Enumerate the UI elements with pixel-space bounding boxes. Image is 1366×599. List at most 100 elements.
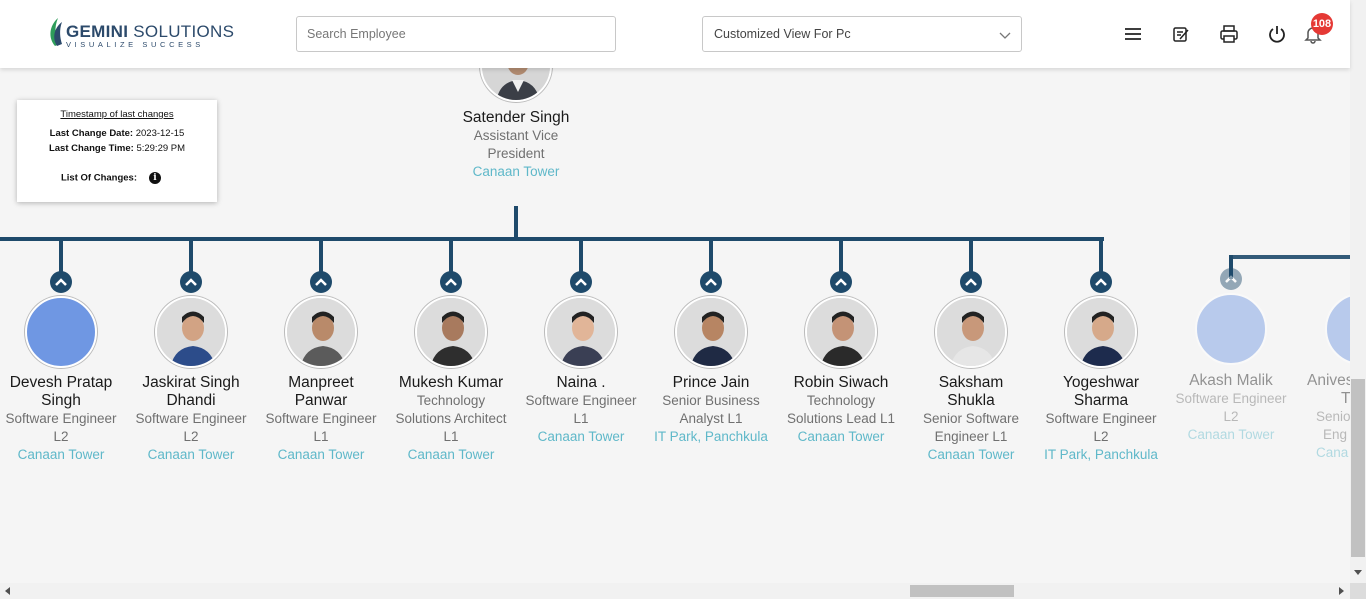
- employee-card[interactable]: Mukesh Kumar Technology Solutions Architec…: [386, 374, 516, 464]
- toggle-collapse-button[interactable]: [1220, 268, 1242, 290]
- employee-avatar[interactable]: [285, 296, 357, 368]
- employee-avatar[interactable]: [935, 296, 1007, 368]
- employee-title-line2: Solutions Lead L1: [786, 411, 896, 426]
- employee-title-line2: Eng: [1323, 427, 1348, 442]
- top-header: GEMINI SOLUTIONS VISUALIZE SUCCESS Custo…: [0, 0, 1350, 68]
- employee-title-line2: L2: [1093, 429, 1109, 444]
- toggle-collapse-button[interactable]: [50, 271, 72, 293]
- employee-avatar[interactable]: [675, 296, 747, 368]
- employee-location: Canaan Tower: [1187, 427, 1275, 442]
- logo-leaf-icon: [50, 18, 62, 46]
- employee-title: Senio: [1316, 409, 1351, 424]
- employee-name-line2: T: [1341, 390, 1351, 407]
- horizontal-connector-next: [1229, 255, 1350, 259]
- view-select[interactable]: Customized View For Pc: [702, 16, 1022, 52]
- gemini-logo[interactable]: GEMINI SOLUTIONS VISUALIZE SUCCESS: [46, 16, 234, 50]
- employee-location: Cana: [1316, 445, 1349, 460]
- employee-title: Software Engineer: [1045, 411, 1157, 426]
- employee-card-anives[interactable]: Anives T Senio Eng Cana: [1296, 372, 1356, 462]
- print-icon[interactable]: [1219, 24, 1239, 44]
- manager-card[interactable]: Satender Singh Assistant Vice President …: [436, 109, 596, 181]
- employee-name: Anives: [1307, 372, 1354, 389]
- employee-location: Canaan Tower: [277, 447, 365, 462]
- power-icon[interactable]: [1267, 24, 1287, 44]
- employee-name: Saksham: [938, 374, 1004, 391]
- employee-location: IT Park, Panchkula: [1044, 447, 1158, 462]
- horizontal-scrollbar[interactable]: [0, 583, 1350, 599]
- employee-avatar[interactable]: [25, 296, 97, 368]
- org-chart-page: GEMINI SOLUTIONS VISUALIZE SUCCESS Custo…: [0, 0, 1366, 599]
- drop-connector: [579, 240, 583, 272]
- toggle-collapse-button[interactable]: [1090, 271, 1112, 293]
- employee-title-line2: Analyst L1: [679, 411, 743, 426]
- info-icon[interactable]: i: [149, 172, 161, 184]
- employee-card[interactable]: Naina . Software Engineer L1 Canaan Tower: [516, 374, 646, 446]
- employee-card[interactable]: Devesh Pratap Singh Software Engineer L2 Can…: [0, 374, 126, 464]
- view-select-value: Customized View For Pc: [714, 27, 851, 41]
- employee-avatar[interactable]: [805, 296, 877, 368]
- employee-name-line2: Singh: [41, 392, 81, 409]
- chevron-up-icon: [575, 278, 587, 286]
- manager-title-line2: President: [487, 146, 545, 161]
- menu-icon[interactable]: [1123, 24, 1143, 44]
- employee-name-line2: Shukla: [947, 392, 995, 409]
- employee-title: Software Engineer: [265, 411, 377, 426]
- last-change-date: Last Change Date: 2023-12-15: [49, 128, 185, 139]
- employee-avatar[interactable]: [155, 296, 227, 368]
- toggle-collapse-button[interactable]: [310, 271, 332, 293]
- toggle-collapse-button[interactable]: [830, 271, 852, 293]
- edit-note-icon[interactable]: [1171, 24, 1191, 44]
- toggle-collapse-button[interactable]: [700, 271, 722, 293]
- horizontal-scroll-thumb[interactable]: [910, 585, 1014, 597]
- vertical-scroll-thumb[interactable]: [1351, 379, 1365, 557]
- employee-card[interactable]: Prince Jain Senior Business Analyst L1 IT P…: [646, 374, 776, 446]
- chevron-up-icon: [835, 278, 847, 286]
- chevron-up-icon: [965, 278, 977, 286]
- employee-name-line2: Dhandi: [166, 392, 216, 409]
- employee-avatar[interactable]: [1195, 293, 1267, 365]
- employee-name: Naina .: [556, 374, 606, 391]
- employee-card[interactable]: Yogeshwar Sharma Software Engineer L2 IT Par…: [1036, 374, 1166, 464]
- chevron-up-icon: [705, 278, 717, 286]
- scroll-right-arrow-icon[interactable]: [1339, 587, 1344, 595]
- employee-avatar[interactable]: [545, 296, 617, 368]
- employee-title: Technology: [416, 393, 486, 408]
- employee-title: Senior Business: [662, 393, 760, 408]
- timestamp-panel: Timestamp of last changes Last Change Da…: [17, 100, 217, 202]
- person-photo-icon: [157, 298, 225, 366]
- toggle-collapse-button[interactable]: [570, 271, 592, 293]
- employee-location: Canaan Tower: [537, 429, 625, 444]
- employee-location: Canaan Tower: [17, 447, 105, 462]
- scroll-down-arrow-icon[interactable]: [1354, 570, 1362, 575]
- employee-title-line2: Solutions Architect: [395, 411, 507, 426]
- search-employee-input[interactable]: [296, 16, 616, 52]
- employee-title-line2: L2: [53, 429, 69, 444]
- employee-title-line3: L1: [443, 429, 459, 444]
- toggle-collapse-button[interactable]: [440, 271, 462, 293]
- chevron-up-icon: [185, 278, 197, 286]
- logo-tagline: VISUALIZE SUCCESS: [66, 40, 204, 49]
- timestamp-title: Timestamp of last changes: [60, 109, 174, 120]
- manager-location: Canaan Tower: [472, 164, 560, 179]
- employee-avatar[interactable]: [1065, 296, 1137, 368]
- person-photo-icon: [287, 298, 355, 366]
- employee-avatar[interactable]: [415, 296, 487, 368]
- horizontal-connector: [0, 237, 1104, 241]
- employee-card[interactable]: Saksham Shukla Senior Software Engineer L1 C…: [906, 374, 1036, 464]
- employee-card[interactable]: Jaskirat Singh Dhandi Software Engineer L2 C…: [126, 374, 256, 464]
- toggle-collapse-button[interactable]: [180, 271, 202, 293]
- last-change-time: Last Change Time: 5:29:29 PM: [48, 143, 186, 154]
- employee-card-akash-malik[interactable]: Akash Malik Software Engineer L2 Canaan …: [1161, 372, 1301, 444]
- employee-title-line2: Engineer L1: [934, 429, 1008, 444]
- toggle-collapse-button[interactable]: [960, 271, 982, 293]
- scroll-left-arrow-icon[interactable]: [5, 587, 10, 595]
- drop-connector: [449, 240, 453, 272]
- manager-name: Satender Singh: [462, 109, 570, 126]
- employee-card[interactable]: Manpreet Panwar Software Engineer L1 Canaan …: [256, 374, 386, 464]
- drop-connector: [1099, 240, 1103, 272]
- employee-card[interactable]: Robin Siwach Technology Solutions Lead L1 C…: [776, 374, 906, 446]
- employee-name-line2: Panwar: [294, 392, 348, 409]
- employee-title: Software Engineer: [5, 411, 117, 426]
- notification-count-badge: 108: [1311, 13, 1333, 35]
- employee-name: Akash Malik: [1189, 372, 1273, 389]
